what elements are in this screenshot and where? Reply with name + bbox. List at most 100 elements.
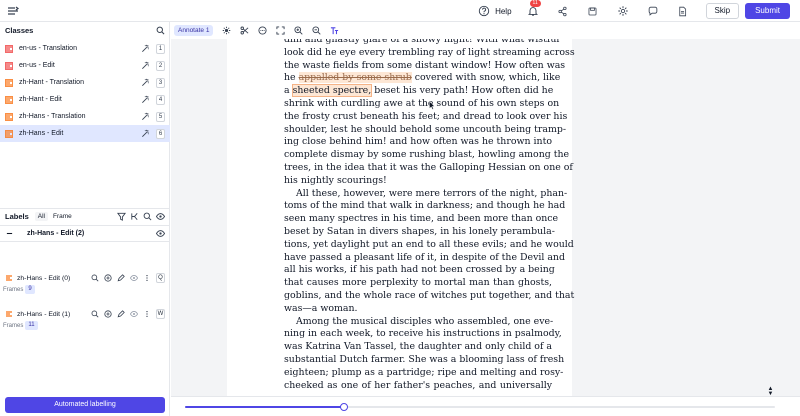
- help-button[interactable]: Help: [477, 4, 512, 18]
- document-icon[interactable]: [676, 4, 690, 18]
- notifications-button[interactable]: 11: [526, 0, 541, 18]
- document-text[interactable]: dim and ghastly glare of a snowy night! …: [284, 39, 575, 393]
- text-span: a: [284, 85, 293, 97]
- label-group-row[interactable]: zh-Hans - Edit (2): [0, 225, 170, 242]
- more-options-icon[interactable]: [143, 310, 151, 318]
- save-icon[interactable]: [586, 4, 600, 18]
- class-color-icon: [5, 112, 13, 121]
- text-line[interactable]: shoulder, lest he should behold some unc…: [284, 124, 566, 137]
- filter-icon[interactable]: [117, 212, 126, 221]
- text-line[interactable]: ing close behind him! and how often was …: [284, 136, 552, 149]
- share-icon[interactable]: [556, 4, 570, 18]
- timeline-bar: [171, 396, 800, 416]
- label-group-title: zh-Hans - Edit (2): [27, 230, 85, 237]
- filter-all-tab[interactable]: All: [34, 212, 48, 221]
- text-line[interactable]: look did he eye every trembling ray of l…: [284, 47, 575, 60]
- zoom-out-icon[interactable]: [311, 26, 321, 36]
- search-labels-icon[interactable]: [143, 212, 152, 221]
- edit-pencil-icon[interactable]: [117, 274, 125, 282]
- text-line[interactable]: seen many spectres in his time, and been…: [284, 213, 558, 226]
- branch-icon[interactable]: [130, 212, 139, 221]
- timeline-progress: [185, 406, 345, 408]
- text-line[interactable]: was—a woman.: [284, 303, 552, 316]
- visibility-eye-icon[interactable]: [156, 212, 165, 221]
- class-item[interactable]: zh-Hant - Edit 4: [0, 91, 170, 108]
- add-frame-icon[interactable]: [104, 310, 112, 318]
- visibility-eye-icon[interactable]: [130, 310, 138, 318]
- group-visibility-eye-icon[interactable]: [156, 229, 165, 238]
- settings-gear-icon[interactable]: [616, 4, 630, 18]
- magic-wand-icon[interactable]: [141, 61, 150, 70]
- text-line[interactable]: the frosty crust beneath his feet; and d…: [284, 111, 567, 124]
- text-line[interactable]: was Katrina Van Tassel, the daughter and…: [284, 341, 552, 354]
- text-line[interactable]: all his works, if his path had not been …: [284, 264, 555, 277]
- text-span: substantial Dutch farmer. She was a bloo…: [284, 353, 565, 365]
- text-line[interactable]: tions, yet daylight put an end to all th…: [284, 239, 574, 252]
- search-icon[interactable]: [156, 26, 165, 35]
- class-item[interactable]: zh-Hant - Translation 3: [0, 74, 170, 91]
- annotate-chip[interactable]: Annotate 1: [174, 25, 214, 36]
- edit-pencil-icon[interactable]: [117, 310, 125, 318]
- magic-wand-icon[interactable]: [141, 78, 150, 87]
- scissors-icon[interactable]: [239, 26, 249, 36]
- text-span: eighteen; plump as a partridge; ripe and…: [284, 366, 564, 378]
- magic-wand-icon[interactable]: [141, 129, 150, 138]
- text-size-icon[interactable]: [329, 26, 339, 36]
- magic-wand-icon[interactable]: [141, 112, 150, 121]
- comments-icon[interactable]: [646, 4, 660, 18]
- collapse-group-icon[interactable]: [5, 230, 13, 238]
- top-bar: Help 11 Skip Submit: [0, 0, 800, 22]
- text-line[interactable]: the waste fields from some distant windo…: [284, 60, 565, 73]
- class-item[interactable]: zh-Hans - Edit 6: [0, 125, 170, 142]
- timeline-track[interactable]: [185, 403, 775, 411]
- text-line[interactable]: that causes more perplexity to mortal ma…: [284, 277, 552, 290]
- skip-button[interactable]: Skip: [705, 3, 740, 19]
- document-viewer[interactable]: dim and ghastly glare of a snowy night! …: [171, 39, 800, 396]
- filter-frame-tab[interactable]: Frame: [50, 212, 75, 221]
- text-line[interactable]: his nightly scourings!: [284, 175, 552, 188]
- magic-wand-icon[interactable]: [141, 44, 150, 53]
- annotation-highlight-box[interactable]: sheeted spectre,: [291, 84, 373, 98]
- class-item[interactable]: en-us - Translation 1: [0, 40, 170, 57]
- text-line[interactable]: shrink with curdling awe at the sound of…: [284, 98, 559, 111]
- visibility-eye-icon[interactable]: [130, 274, 138, 282]
- annotation-highlight-strike[interactable]: appalled by some shrub: [298, 72, 412, 84]
- add-frame-icon[interactable]: [104, 274, 112, 282]
- text-line[interactable]: have passed a pleasant life of it, in de…: [284, 252, 565, 265]
- frames-label: Frames: [3, 322, 24, 329]
- text-line[interactable]: substantial Dutch farmer. She was a bloo…: [284, 354, 564, 367]
- text-line[interactable]: complete dismay by some rushing blast, h…: [284, 149, 569, 162]
- more-options-icon[interactable]: [143, 274, 151, 282]
- text-line[interactable]: ning in each week, to receive his instru…: [284, 328, 562, 341]
- label-object[interactable]: zh-Hans - Edit (1) W Frames 11: [0, 308, 170, 331]
- label-object[interactable]: zh-Hans - Edit (0) Q Frames 9: [0, 272, 170, 295]
- text-line[interactable]: All these, however, were mere terrors of…: [284, 188, 567, 201]
- fullscreen-icon[interactable]: [275, 26, 285, 36]
- page-scroll-control[interactable]: ▲ ▼: [766, 386, 775, 396]
- text-line[interactable]: cheeked as one of her father's peaches, …: [284, 380, 552, 393]
- text-line[interactable]: beset by Satan in divers shapes, in his …: [284, 226, 555, 239]
- text-line[interactable]: Among the musical disciples who assemble…: [284, 316, 553, 329]
- zoom-in-icon[interactable]: [293, 26, 303, 36]
- text-line[interactable]: dim and ghastly glare of a snowy night! …: [284, 39, 559, 47]
- text-line[interactable]: eighteen; plump as a partridge; ripe and…: [284, 367, 563, 380]
- submit-button[interactable]: Submit: [745, 3, 790, 19]
- brightness-icon[interactable]: [221, 26, 231, 36]
- search-object-icon[interactable]: [91, 274, 99, 282]
- class-item[interactable]: zh-Hans - Translation 5: [0, 108, 170, 125]
- text-line[interactable]: goblins, and the whole race of witches p…: [284, 290, 574, 303]
- text-line[interactable]: a sheeted spectre, beset his very path! …: [284, 84, 553, 98]
- text-line[interactable]: trees, in the idea that it was the Gallo…: [284, 162, 573, 175]
- timeline-thumb[interactable]: [340, 403, 349, 411]
- text-line[interactable]: he appalled by some shrub covered with s…: [284, 72, 560, 85]
- class-name: zh-Hans - Translation: [19, 113, 86, 120]
- chat-bubble-icon[interactable]: [257, 26, 267, 36]
- collapse-menu-icon[interactable]: [6, 4, 20, 18]
- automated-labelling-button[interactable]: Automated labelling: [5, 397, 165, 413]
- text-line[interactable]: toms of the mind that walk in darkness; …: [284, 200, 565, 213]
- magic-wand-icon[interactable]: [141, 95, 150, 104]
- notifications-badge: 11: [529, 0, 541, 7]
- document-page[interactable]: dim and ghastly glare of a snowy night! …: [227, 39, 575, 396]
- class-item[interactable]: en-us - Edit 2: [0, 57, 170, 74]
- search-object-icon[interactable]: [91, 310, 99, 318]
